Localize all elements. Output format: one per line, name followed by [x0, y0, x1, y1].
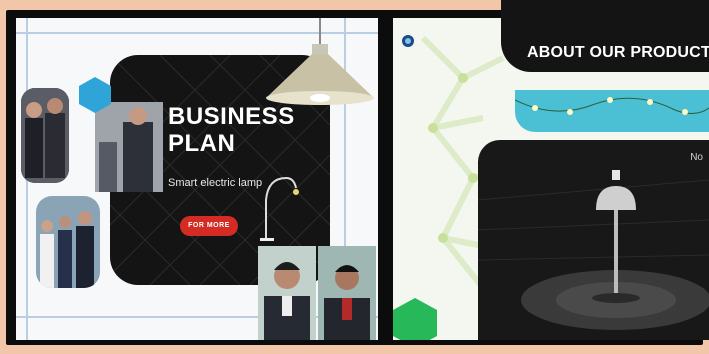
- slide-subtitle: Smart electric lamp: [168, 177, 263, 189]
- for-more-button[interactable]: FOR MORE: [180, 216, 238, 236]
- mushroom-lamp-icon: [478, 170, 709, 330]
- fairy-lights: [514, 97, 709, 115]
- desk-lamp-icon: [260, 176, 299, 241]
- light-string-band: [514, 90, 709, 132]
- hexagon-icon: [79, 77, 111, 113]
- team-photo-2: [95, 102, 163, 192]
- pendant-lamp-icon: [266, 18, 374, 105]
- team-photo-1: [21, 88, 69, 183]
- slide-title: BUSINESS PLAN: [168, 103, 295, 157]
- webcam-feed-1: [258, 246, 316, 340]
- cropped-label: No: [690, 152, 703, 163]
- logo-icon: [402, 35, 414, 47]
- product-card: [478, 140, 709, 340]
- slide-heading: ABOUT OUR PRODUCT: [527, 44, 709, 61]
- hexagon-icon: [393, 298, 437, 340]
- team-photo-3: [36, 196, 100, 288]
- webcam-feed-2: [318, 246, 376, 340]
- title-line-2: PLAN: [168, 130, 236, 157]
